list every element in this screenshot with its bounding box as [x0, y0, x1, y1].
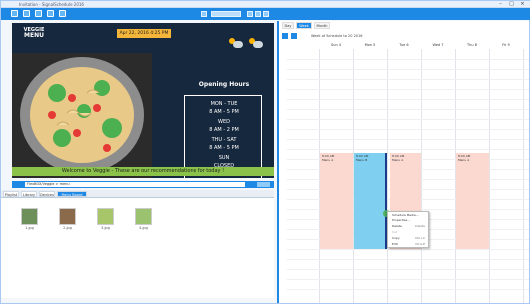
- ctx-properties[interactable]: Properties...: [392, 218, 410, 223]
- ctx-edit[interactable]: Edit: [392, 242, 398, 247]
- tab-month[interactable]: Month: [314, 22, 330, 29]
- save-icon[interactable]: [35, 10, 42, 17]
- day-header-mon: Mon 5: [364, 43, 376, 47]
- salad-photo: [12, 53, 152, 178]
- hours-time-3: 8 AM - 5 PM: [209, 145, 239, 151]
- appointment-tue[interactable]: 8:00 AM Menu B: [354, 153, 387, 249]
- calendar-nav: Week of Schedule to 20 2016: [279, 32, 530, 40]
- context-menu: Schedule Media... Properties... Delete D…: [387, 211, 429, 248]
- veggie-logo: VEGGIE MENU: [23, 27, 45, 39]
- toolbar: [1, 8, 530, 20]
- thumb-1[interactable]: [21, 208, 38, 225]
- ctx-edit-key: Ctrl+E: [415, 242, 425, 246]
- print-icon[interactable]: [47, 10, 54, 17]
- close-button[interactable]: ×: [519, 2, 526, 7]
- thumb-4[interactable]: [135, 208, 152, 225]
- tab-week[interactable]: Week: [296, 22, 312, 29]
- appointment-mon[interactable]: 8:00 AM Menu A: [320, 153, 353, 249]
- day-header-sun: Sun 4: [331, 43, 341, 47]
- hours-days-3: THU - SAT: [211, 137, 237, 143]
- week-grid[interactable]: 8:00 AM Menu A 8:00 AM Menu B 8:00 AM Me…: [287, 49, 529, 303]
- url-bar: FlexBOX/Veggie > menu: [12, 181, 274, 188]
- window-title: Invitation - SignalSchedule 2016: [19, 2, 84, 7]
- hours-days-2: WED: [218, 119, 230, 125]
- minimize-button[interactable]: –: [497, 2, 504, 7]
- tab-playlist[interactable]: Playlist: [3, 191, 19, 197]
- opening-hours-panel: Opening Hours MON - TUE 8 AM - 5 PM WED …: [174, 53, 274, 180]
- next-week-button[interactable]: [291, 33, 297, 39]
- tab-day[interactable]: Day: [282, 22, 294, 29]
- cloud-icon-2: [253, 41, 263, 48]
- tab-devices[interactable]: Devices: [39, 191, 55, 197]
- day-header-fri: Fri 9: [502, 43, 510, 47]
- zoom-field[interactable]: [211, 11, 241, 17]
- thumb-3-label: 3.jpg: [101, 226, 110, 230]
- thumb-4-label: 4.jpg: [139, 226, 148, 230]
- tool-a-icon[interactable]: [201, 11, 207, 17]
- prev-week-button[interactable]: [282, 33, 288, 39]
- open-icon[interactable]: [23, 10, 30, 17]
- day-header-thu: Thu 8: [467, 43, 477, 47]
- maximize-button[interactable]: □: [508, 2, 515, 7]
- new-icon[interactable]: [11, 10, 18, 17]
- hours-time-2: 8 AM - 2 PM: [209, 127, 239, 133]
- tool-c-icon[interactable]: [255, 11, 261, 17]
- ctx-cut[interactable]: Cut: [392, 230, 397, 235]
- day-header-wed: Wed 7: [432, 43, 444, 47]
- welcome-banner: Welcome to Veggie - These are our recomm…: [12, 167, 274, 176]
- tab-library[interactable]: Library: [21, 191, 37, 197]
- appointment-fri[interactable]: 8:00 AM Menu A: [456, 153, 489, 249]
- opening-hours-title: Opening Hours: [198, 81, 250, 88]
- week-info: Week of Schedule to 20 2016: [311, 34, 363, 38]
- ctx-copy[interactable]: Copy: [392, 236, 400, 241]
- schedule-calendar: Day Week Month Week of Schedule to 20 20…: [277, 21, 529, 303]
- tool-d-icon[interactable]: [263, 11, 269, 17]
- thumb-2-label: 2.jpg: [63, 226, 72, 230]
- signage-preview: VEGGIE MENU Apr 22, 2016 4:25 PM Opening…: [12, 23, 274, 180]
- app-window: Invitation - SignalSchedule 2016 – □ × V…: [0, 0, 530, 304]
- title-bar: Invitation - SignalSchedule 2016 – □ ×: [1, 1, 530, 8]
- tab-menu-board[interactable]: Menu Board: [57, 191, 87, 197]
- ctx-delete-key: Delete: [415, 224, 425, 228]
- hours-time-1: 8 AM - 5 PM: [209, 109, 239, 115]
- thumb-1-label: 1.jpg: [25, 226, 34, 230]
- url-field[interactable]: FlexBOX/Veggie > menu: [25, 182, 245, 187]
- thumb-3[interactable]: [97, 208, 114, 225]
- refresh-icon[interactable]: [59, 10, 66, 17]
- date-time-box: Apr 22, 2016 4:25 PM: [117, 29, 171, 38]
- thumb-2[interactable]: [59, 208, 76, 225]
- left-tabs: Playlist Library Devices Menu Board: [1, 190, 274, 198]
- weather-widget: [219, 28, 269, 54]
- ctx-delete[interactable]: Delete: [392, 224, 402, 229]
- hours-days-4: SUN: [218, 155, 230, 161]
- cloud-icon: [233, 41, 243, 48]
- thumbnail-list: 1.jpg 2.jpg 3.jpg 4.jpg: [1, 198, 274, 298]
- day-header-tue: Tue 6: [399, 43, 409, 47]
- ctx-copy-key: Ctrl+C: [415, 236, 425, 240]
- tool-b-icon[interactable]: [247, 11, 253, 17]
- hours-days-1: MON - TUE: [210, 101, 238, 107]
- url-go-button[interactable]: [257, 182, 270, 187]
